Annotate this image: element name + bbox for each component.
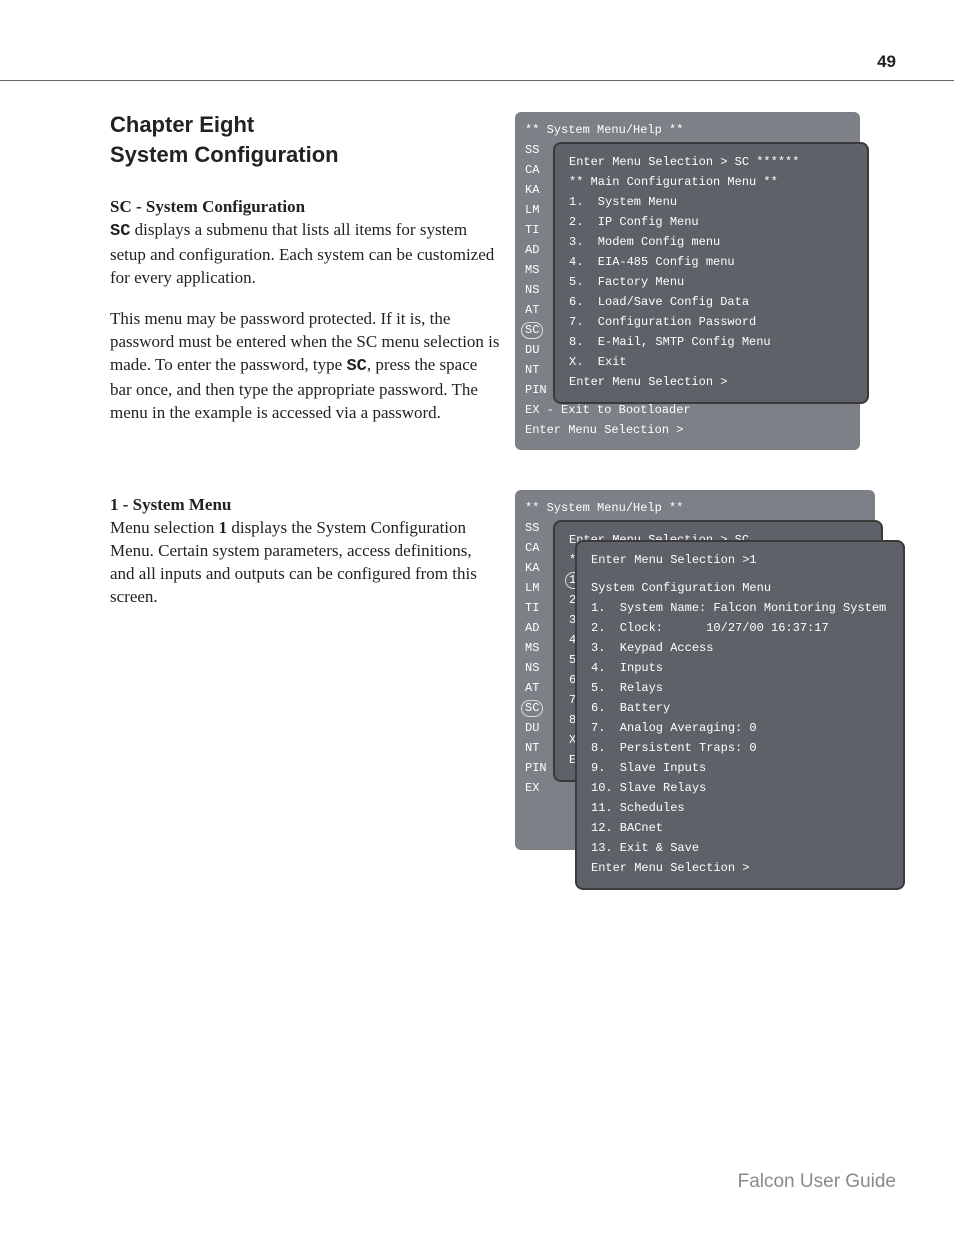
ol: 4. Inputs xyxy=(591,658,891,678)
text: displays a submenu that lists all items … xyxy=(110,220,494,287)
text: Menu selection xyxy=(110,518,219,537)
ol: 3. Keypad Access xyxy=(591,638,891,658)
ol: System Configuration Menu xyxy=(591,578,891,598)
chapter-line2: System Configuration xyxy=(110,142,339,167)
ol: 2. Clock: 10/27/00 16:37:17 xyxy=(591,618,891,638)
ol: X. Exit xyxy=(569,352,855,372)
ol: 11. Schedules xyxy=(591,798,891,818)
circle-sc-icon: SC xyxy=(521,700,543,717)
ol: 8. E-Mail, SMTP Config Menu xyxy=(569,332,855,352)
ol: Enter Menu Selection > SC ****** xyxy=(569,152,855,172)
ol: 2. IP Config Menu xyxy=(569,212,855,232)
ol: 3. Modem Config menu xyxy=(569,232,855,252)
sm-subhead: 1 - System Menu xyxy=(110,495,500,515)
ol: 8. Persistent Traps: 0 xyxy=(591,738,891,758)
ol: 1. System Menu xyxy=(569,192,855,212)
bold-1: 1 xyxy=(219,518,228,537)
ol: 13. Exit & Save xyxy=(591,838,891,858)
ol: Enter Menu Selection > xyxy=(591,858,891,878)
terminal-overlay-1: Enter Menu Selection > SC ****** ** Main… xyxy=(553,142,869,404)
circle-sc-icon: SC xyxy=(521,322,543,339)
ol: 9. Slave Inputs xyxy=(591,758,891,778)
body-column: Chapter Eight System Configuration SC - … xyxy=(110,110,500,627)
ol: 5. Relays xyxy=(591,678,891,698)
chapter-line1: Chapter Eight xyxy=(110,112,254,137)
ol: 12. BACnet xyxy=(591,818,891,838)
ol: Enter Menu Selection >1 xyxy=(591,550,891,570)
terminal-panel-1: ** System Menu/Help ** SS CA KA LM TI AD… xyxy=(515,112,860,450)
ol: 10. Slave Relays xyxy=(591,778,891,798)
term2-title: ** System Menu/Help ** xyxy=(525,498,865,518)
divider xyxy=(0,80,954,81)
ol: 7. Analog Averaging: 0 xyxy=(591,718,891,738)
sc-para1: SC displays a submenu that lists all ite… xyxy=(110,219,500,290)
prompt: Enter Menu Selection > xyxy=(525,420,850,440)
term1-title: ** System Menu/Help ** xyxy=(525,120,850,140)
ol: 5. Factory Menu xyxy=(569,272,855,292)
chapter-heading: Chapter Eight System Configuration xyxy=(110,110,500,169)
ol: 6. Battery xyxy=(591,698,891,718)
sc-para2: This menu may be password protected. If … xyxy=(110,308,500,425)
terminal-overlay-2b: Enter Menu Selection >1 System Configura… xyxy=(575,540,905,890)
ol: 1. System Name: Falcon Monitoring System xyxy=(591,598,891,618)
page-number: 49 xyxy=(877,52,896,72)
ol: 4. EIA-485 Config menu xyxy=(569,252,855,272)
spacer xyxy=(591,570,891,578)
ol: ** Main Configuration Menu ** xyxy=(569,172,855,192)
ol: Enter Menu Selection > xyxy=(569,372,855,392)
ol: 6. Load/Save Config Data xyxy=(569,292,855,312)
inline-code-sc: SC xyxy=(110,222,130,241)
sc-subhead: SC - System Configuration xyxy=(110,197,500,217)
inline-code-sc2: SC xyxy=(346,357,366,376)
ol: 7. Configuration Password xyxy=(569,312,855,332)
sm-para1: Menu selection 1 displays the System Con… xyxy=(110,517,500,609)
footer: Falcon User Guide xyxy=(738,1171,896,1193)
terminal-panel-2: ** System Menu/Help ** SS CA KA LM TI AD… xyxy=(515,490,875,850)
